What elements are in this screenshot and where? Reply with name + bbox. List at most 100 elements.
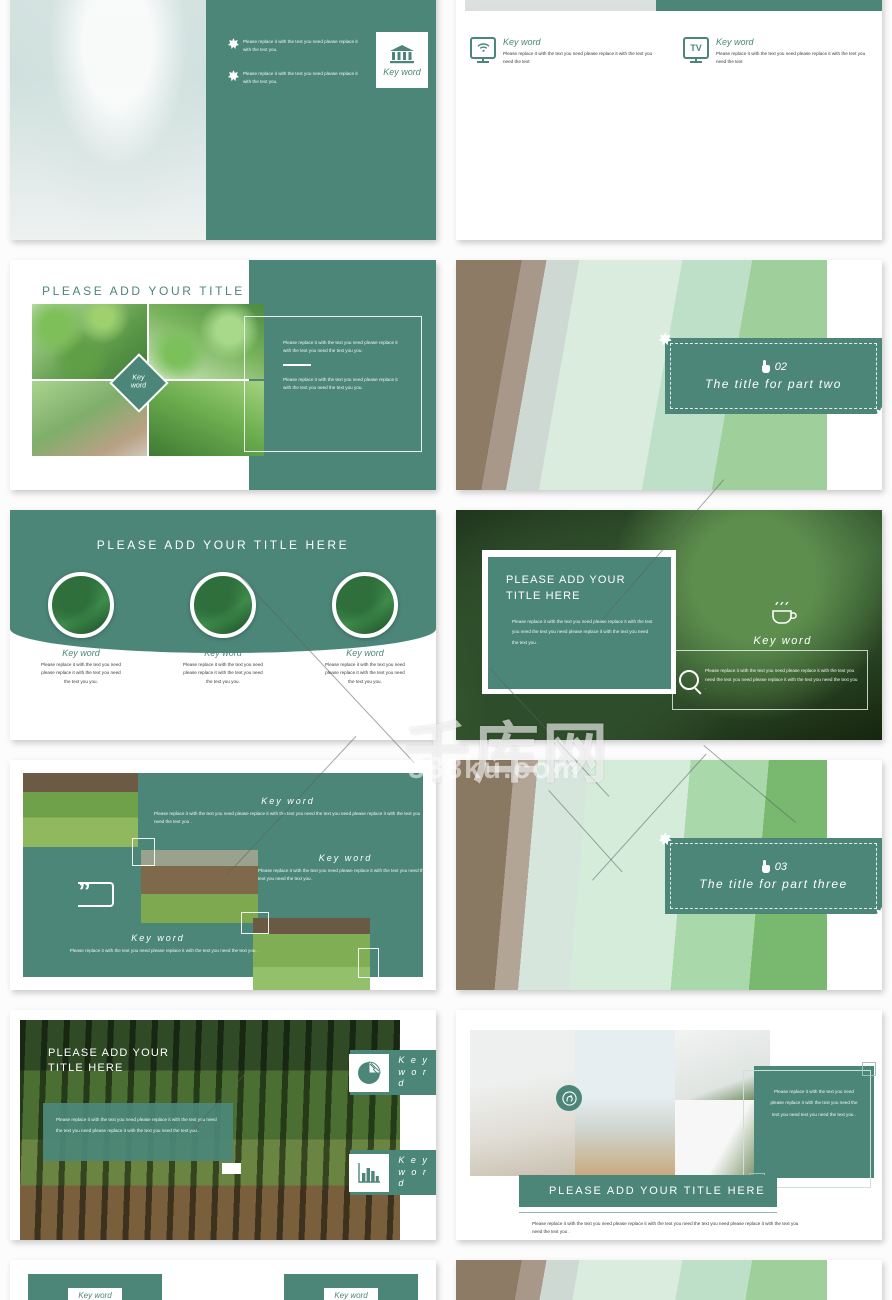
slide-2-photo [464, 0, 657, 11]
decor-frame [743, 1070, 871, 1188]
slide-11[interactable]: Key word Please replace it with the text… [10, 1260, 436, 1300]
content-block: Key word Please replace it with the text… [154, 796, 422, 826]
slide-cell-3[interactable]: PLEASE ADD YOUR TITLE HERE Key word Pleas… [0, 250, 446, 500]
bar-chart-icon [358, 1162, 381, 1183]
slide-10-gallery [470, 1030, 770, 1176]
slide-8[interactable]: 03 The title for part three [456, 760, 882, 990]
slide-grid: Please replace it with the text you need… [0, 0, 892, 1300]
slide-cell-6[interactable]: PLEASE ADD YOUR TITLE HERE Please replac… [446, 500, 892, 750]
avatar [190, 572, 256, 638]
slide-5-columns: Key word Please replace it with the text… [10, 572, 436, 686]
feature-item[interactable]: Key word Please replace it with the text… [294, 572, 436, 686]
slide-3[interactable]: PLEASE ADD YOUR TITLE HERE Key word Pleas… [10, 260, 436, 490]
content-block: Key word Please replace it with the text… [58, 933, 258, 955]
slide-4-section-card[interactable]: 02 The title for part two [658, 332, 882, 421]
diamond-line-2: word [131, 383, 147, 390]
feature-body: Please replace it with the text you need… [41, 662, 121, 684]
star-icon [227, 38, 239, 49]
slide-12[interactable]: 04 The title for part four [456, 1260, 882, 1300]
slide-9-title-line-2: TITLE HERE [48, 1061, 124, 1074]
slide-deck-preview: Please replace it with the text you need… [0, 0, 892, 1300]
slide-cell-7[interactable]: ” Key word Please replace it with the te… [0, 750, 446, 1000]
slide-6-body: Please replace it with the text you need… [512, 618, 653, 645]
slide-6-search-body: Please replace it with the text you need… [705, 667, 858, 691]
star-icon [227, 70, 239, 82]
slide-cell-12[interactable]: 04 The title for part four [446, 1250, 892, 1300]
head-idea-icon [556, 1085, 582, 1111]
keyword-label: K e yw o r d [398, 1154, 429, 1189]
slide-7-photo [23, 773, 138, 847]
slide-2-header [456, 0, 882, 11]
slide-1[interactable]: Please replace it with the text you need… [10, 0, 436, 240]
slide-6-cup-label: Key word [753, 635, 812, 647]
content-block: Key word Please replace it with the text… [258, 853, 433, 883]
slide-7-photo [253, 918, 370, 990]
slide-11-left-column: Key word Please replace it with the text… [28, 1274, 162, 1300]
tv-label: TV [690, 42, 702, 53]
block-body: Please replace it with the text you need… [154, 811, 421, 825]
slide-cell-2[interactable]: Key word Please replace it with the text… [446, 0, 892, 250]
keyword-badge[interactable]: Key word [324, 1288, 378, 1300]
keyword-row[interactable]: K e yw o r d [349, 1050, 436, 1095]
slide-3-paragraph-1: Please replace it with the text you need… [283, 340, 398, 354]
pointer-hand-icon [760, 360, 771, 374]
slide-2[interactable]: Key word Please replace it with the text… [456, 0, 882, 240]
slide-6-title: PLEASE ADD YOUR TITLE HERE [506, 573, 653, 605]
dashed-border [669, 843, 877, 910]
feature-item[interactable]: Key word Please replace it with the text… [10, 572, 152, 686]
slide-cell-5[interactable]: PLEASE ADD YOUR TITLE HERE Key word Plea… [0, 500, 446, 750]
feature-body: Please replace it with the text you need… [183, 662, 263, 684]
slide-9-title-line-1: PLEASE ADD YOUR [48, 1047, 170, 1059]
dashed-border [669, 343, 877, 410]
slide-10[interactable]: Please replace it with the text you need… [456, 1010, 882, 1240]
decor-square [132, 838, 155, 866]
slide-1-keyword-card[interactable]: Key word [375, 32, 428, 88]
keyword-badge[interactable]: Key word [68, 1288, 122, 1300]
keyword-label: K e yw o r d [398, 1054, 429, 1089]
slide-6-title-line-2: TITLE HERE [506, 589, 581, 602]
slide-1-photo [10, 0, 206, 240]
feature-item[interactable]: TV Key word Please replace it with the t… [669, 11, 882, 240]
slide-cell-8[interactable]: 03 The title for part three [446, 750, 892, 1000]
pie-chart-icon-box [349, 1053, 390, 1092]
slide-3-text-box: Please replace it with the text you need… [244, 316, 422, 452]
divider [519, 1212, 777, 1213]
feature-item[interactable]: Key word Please replace it with the text… [152, 572, 294, 686]
diamond-line-1: Key [132, 374, 146, 382]
slide-6[interactable]: PLEASE ADD YOUR TITLE HERE Please replac… [456, 510, 882, 740]
block-title: Key word [318, 853, 373, 863]
bar-chart-icon-box [349, 1153, 390, 1192]
slide-2-gear-band [626, 0, 882, 11]
decor-square [862, 1062, 876, 1076]
feature-body: Please replace it with the text you need… [716, 50, 866, 64]
page-title: PLEASE ADD YOUR TITLE HERE [519, 1175, 777, 1207]
keyword-row[interactable]: K e yw o r d [349, 1150, 436, 1195]
magnifier-icon [679, 670, 699, 690]
slide-4[interactable]: 02 The title for part two [456, 260, 882, 490]
slide-7[interactable]: ” Key word Please replace it with the te… [10, 760, 436, 990]
wifi-monitor-icon [470, 36, 496, 59]
feature-item[interactable]: Key word Please replace it with the text… [456, 11, 669, 240]
gallery-photo [575, 1030, 675, 1176]
slide-cell-4[interactable]: 02 The title for part two [446, 250, 892, 500]
feature-title: Key word [716, 36, 754, 47]
slide-6-title-line-1: PLEASE ADD YOUR [506, 574, 626, 586]
slide-cell-1[interactable]: Please replace it with the text you need… [0, 0, 446, 250]
slide-8-section-card[interactable]: 03 The title for part three [658, 832, 882, 921]
feature-title: Key word [204, 648, 242, 658]
slide-cell-9[interactable]: PLEASE ADD YOUR TITLE HERE Please replac… [0, 1000, 446, 1250]
slide-2-features: Key word Please replace it with the text… [456, 11, 882, 240]
slide-5[interactable]: PLEASE ADD YOUR TITLE HERE Key word Plea… [10, 510, 436, 740]
slide-cell-10[interactable]: Please replace it with the text you need… [446, 1000, 892, 1250]
list-item: Please replace it with the text you need… [227, 70, 358, 86]
slide-6-cup-block: Key word [753, 600, 812, 647]
slide-9[interactable]: PLEASE ADD YOUR TITLE HERE Please replac… [10, 1010, 436, 1240]
quote-glyph: ” [78, 876, 91, 906]
bank-icon [389, 44, 414, 63]
slide-cell-11[interactable]: Key word Please replace it with the text… [0, 1250, 446, 1300]
feature-title: Key word [346, 648, 384, 658]
slide-10-body: Please replace it with the text you need… [532, 1221, 799, 1235]
tv-monitor-icon: TV [683, 36, 709, 59]
slide-1-keyword-label: Key word [383, 66, 421, 77]
slide-9-body: Please replace it with the text you need… [56, 1117, 217, 1134]
